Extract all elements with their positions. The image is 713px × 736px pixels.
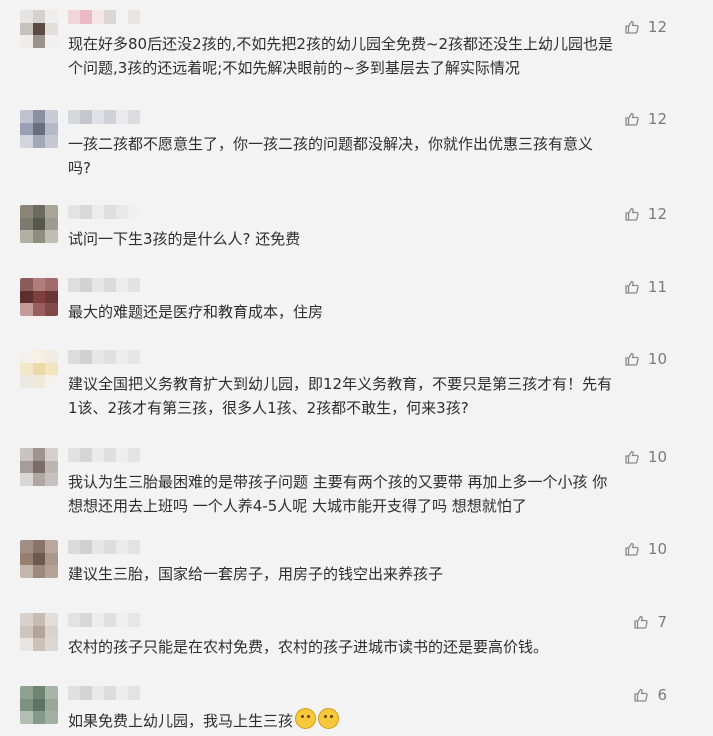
thumbs-up-icon [624, 541, 640, 557]
thumbs-up-icon [624, 351, 640, 367]
username-blurred[interactable] [68, 278, 140, 292]
username-blurred[interactable] [68, 110, 140, 124]
thumbs-up-icon [633, 687, 649, 703]
thinking-emoji-icon [295, 708, 317, 729]
like-count: 12 [647, 205, 667, 223]
like-count: 6 [657, 686, 667, 704]
comment-text-content: 我认为生三胎最困难的是带孩子问题 主要有两个孩的又要带 再加上多一个小孩 你 想… [68, 473, 608, 515]
like-button[interactable]: 11 [624, 278, 667, 296]
username-blurred[interactable] [68, 540, 140, 554]
comment-text: 农村的孩子只能是在农村免费，农村的孩子进城市读书的还是要高价钱。 [68, 635, 688, 659]
comment-text-content: 建议生三胎，国家给一套房子，用房子的钱空出来养孩子 [68, 565, 444, 583]
username-blurred[interactable] [68, 613, 140, 627]
like-button[interactable]: 6 [633, 686, 667, 704]
avatar[interactable] [20, 613, 58, 651]
comment-text-content: 一孩二孩都不愿意生了，你一孩二孩的问题都没解决，你就作出优惠三孩有意义 吗? [68, 135, 594, 177]
comment-text: 一孩二孩都不愿意生了，你一孩二孩的问题都没解决，你就作出优惠三孩有意义 吗? [68, 132, 688, 180]
username-blurred[interactable] [68, 448, 140, 462]
comment-text-content: 最大的难题还是医疗和教育成本，住房 [68, 303, 324, 321]
like-count: 11 [647, 278, 667, 296]
like-button[interactable]: 10 [624, 350, 667, 368]
username-blurred[interactable] [68, 10, 140, 24]
like-button[interactable]: 10 [624, 540, 667, 558]
comment-text-content: 建议全国把义务教育扩大到幼儿园，即12年义务教育，不要只是第三孩才有！先有 1该… [68, 375, 613, 417]
avatar[interactable] [20, 205, 58, 243]
username-blurred[interactable] [68, 350, 140, 364]
comment-text-content: 农村的孩子只能是在农村免费，农村的孩子进城市读书的还是要高价钱。 [68, 638, 549, 656]
thinking-emoji-icon [318, 708, 340, 729]
avatar[interactable] [20, 278, 58, 316]
avatar[interactable] [20, 10, 58, 48]
like-count: 10 [647, 540, 667, 558]
thumbs-up-icon [624, 111, 640, 127]
username-blurred[interactable] [68, 205, 140, 219]
like-button[interactable]: 12 [624, 205, 667, 223]
like-button[interactable]: 12 [624, 110, 667, 128]
thumbs-up-icon [624, 279, 640, 295]
comment-text: 现在好多80后还没2孩的,不如先把2孩的幼儿园全免费~2孩都还没生上幼儿园也是 … [68, 32, 688, 80]
avatar[interactable] [20, 448, 58, 486]
comment-list: 12 现在好多80后还没2孩的,不如先把2孩的幼儿园全免费~2孩都还没生上幼儿园也… [0, 0, 713, 736]
comment-text: 如果免费上幼儿园，我马上生三孩 [68, 708, 688, 733]
comment-text: 试问一下生3孩的是什么人? 还免费 [68, 227, 688, 251]
like-count: 10 [647, 350, 667, 368]
thumbs-up-icon [624, 449, 640, 465]
avatar[interactable] [20, 110, 58, 148]
comment-text-content: 现在好多80后还没2孩的,不如先把2孩的幼儿园全免费~2孩都还没生上幼儿园也是 … [68, 35, 614, 77]
username-blurred[interactable] [68, 686, 140, 700]
avatar[interactable] [20, 350, 58, 388]
like-count: 12 [647, 110, 667, 128]
thumbs-up-icon [624, 206, 640, 222]
comment-text-content: 试问一下生3孩的是什么人? 还免费 [68, 230, 301, 248]
like-button[interactable]: 7 [633, 613, 667, 631]
comment-text: 建议全国把义务教育扩大到幼儿园，即12年义务教育，不要只是第三孩才有！先有 1该… [68, 372, 688, 420]
comment-text-content: 如果免费上幼儿园，我马上生三孩 [68, 712, 294, 730]
comment-text: 最大的难题还是医疗和教育成本，住房 [68, 300, 688, 324]
comment-text: 我认为生三胎最困难的是带孩子问题 主要有两个孩的又要带 再加上多一个小孩 你 想… [68, 470, 688, 518]
comment-text: 建议生三胎，国家给一套房子，用房子的钱空出来养孩子 [68, 562, 688, 586]
like-button[interactable]: 10 [624, 448, 667, 466]
avatar[interactable] [20, 686, 58, 724]
thumbs-up-icon [633, 614, 649, 630]
avatar[interactable] [20, 540, 58, 578]
like-count: 10 [647, 448, 667, 466]
like-count: 7 [657, 613, 667, 631]
